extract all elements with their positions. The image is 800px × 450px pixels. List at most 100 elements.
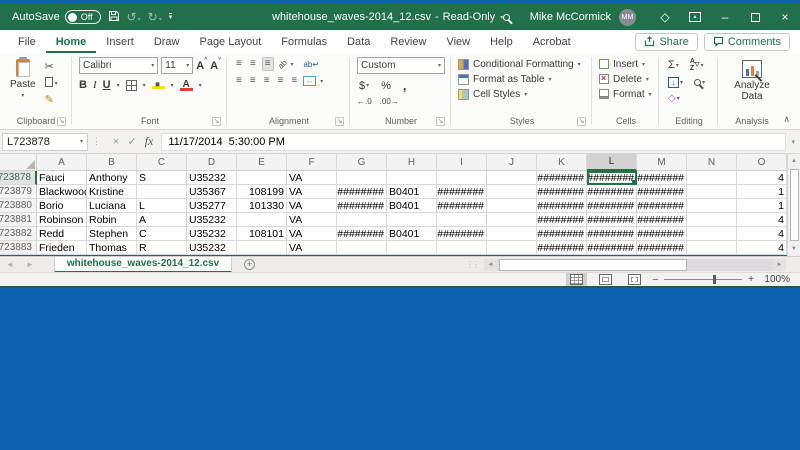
cell-N723883[interactable] xyxy=(687,241,737,255)
cell-L723879[interactable]: ######## xyxy=(587,185,637,199)
format-painter-button[interactable]: ✎ xyxy=(45,93,58,106)
scroll-right-icon[interactable]: ► xyxy=(773,259,786,271)
percent-style-button[interactable]: % xyxy=(379,79,393,93)
minimize-button[interactable]: – xyxy=(710,4,740,30)
cell-N723880[interactable] xyxy=(687,199,737,213)
cell-O723882[interactable]: 4 xyxy=(737,227,787,241)
cell-B723882[interactable]: Stephen xyxy=(87,227,137,241)
increase-indent-icon[interactable]: ≡ xyxy=(289,75,299,87)
clipboard-dialog-launcher-icon[interactable]: ↘ xyxy=(57,117,66,126)
cell-N723882[interactable] xyxy=(687,227,737,241)
cell-E723880[interactable]: 101330 xyxy=(237,199,287,213)
cell-E723881[interactable] xyxy=(237,213,287,227)
tab-insert[interactable]: Insert xyxy=(96,30,144,53)
cell-A723883[interactable]: Frieden xyxy=(37,241,87,255)
find-select-button[interactable]: ▾ xyxy=(692,78,707,87)
cell-F723882[interactable]: VA xyxy=(287,227,337,241)
cell-K723879[interactable]: ######## xyxy=(537,185,587,199)
cell-F723880[interactable]: VA xyxy=(287,199,337,213)
vertical-scroll-thumb[interactable] xyxy=(790,169,799,241)
italic-button[interactable]: I xyxy=(93,79,97,91)
cell-H723883[interactable] xyxy=(387,241,437,255)
horizontal-scrollbar[interactable]: ⋮⋮ ◄ ► xyxy=(460,257,800,272)
tab-page-layout[interactable]: Page Layout xyxy=(189,30,271,53)
column-header-H[interactable]: H xyxy=(387,154,437,171)
cell-B723880[interactable]: Luciana xyxy=(87,199,137,213)
cell-N723878[interactable] xyxy=(687,171,737,185)
cell-O723879[interactable]: 1 xyxy=(737,185,787,199)
tab-formulas[interactable]: Formulas xyxy=(271,30,337,53)
cell-I723881[interactable] xyxy=(437,213,487,227)
cell-A723882[interactable]: Redd xyxy=(37,227,87,241)
cell-A723881[interactable]: Robinson xyxy=(37,213,87,227)
merge-center-icon[interactable]: ↔ xyxy=(303,76,316,86)
sheet-tab[interactable]: whitehouse_waves-2014_12.csv xyxy=(54,257,232,273)
search-icon[interactable] xyxy=(503,11,510,23)
cell-C723878[interactable]: S xyxy=(137,171,187,185)
align-right-icon[interactable]: ≡ xyxy=(262,75,272,87)
cell-C723880[interactable]: L xyxy=(137,199,187,213)
confirm-entry-button[interactable]: ✓ xyxy=(127,135,136,148)
zoom-slider[interactable] xyxy=(664,279,742,280)
cell-A723880[interactable]: Borio xyxy=(37,199,87,213)
borders-dropdown-icon[interactable]: ▾ xyxy=(143,82,146,89)
autosave-switch[interactable]: Off xyxy=(65,10,101,24)
comments-button[interactable]: Comments xyxy=(704,33,790,51)
horizontal-scroll-thumb[interactable] xyxy=(499,259,687,271)
column-header-C[interactable]: C xyxy=(137,154,187,171)
borders-icon[interactable] xyxy=(126,80,137,91)
cell-O723878[interactable]: 4 xyxy=(737,171,787,185)
cell-G723878[interactable] xyxy=(337,171,387,185)
cell-M723878[interactable]: ######## xyxy=(637,171,687,185)
gem-features-icon[interactable]: ◇ xyxy=(650,4,680,30)
column-header-L[interactable]: L xyxy=(587,154,637,171)
undo-dropdown-icon[interactable]: ▾ xyxy=(138,17,141,23)
undo-button[interactable]: ↺▾ xyxy=(127,11,141,23)
cell-styles-button[interactable]: Cell Styles▾ xyxy=(458,87,527,101)
cell-C723882[interactable]: C xyxy=(137,227,187,241)
cell-K723882[interactable]: ######## xyxy=(537,227,587,241)
accounting-format-button[interactable]: $▾ xyxy=(357,79,371,93)
underline-dropdown-icon[interactable]: ▾ xyxy=(117,82,120,89)
row-header-723880[interactable]: 723880 xyxy=(0,199,37,213)
column-header-F[interactable]: F xyxy=(287,154,337,171)
cell-J723883[interactable] xyxy=(487,241,537,255)
new-sheet-button[interactable]: + xyxy=(244,259,255,270)
cells-insert-button[interactable]: Insert▾ xyxy=(599,57,645,71)
middle-align-icon[interactable]: ≡ xyxy=(248,58,258,70)
cell-J723882[interactable] xyxy=(487,227,537,241)
cell-I723882[interactable]: ######## xyxy=(437,227,487,241)
row-header-723882[interactable]: 723882 xyxy=(0,227,37,241)
cell-N723879[interactable] xyxy=(687,185,737,199)
cell-H723880[interactable]: B0401 xyxy=(387,199,437,213)
cell-C723879[interactable] xyxy=(137,185,187,199)
cell-D723879[interactable]: U35367 xyxy=(187,185,237,199)
cell-H723878[interactable] xyxy=(387,171,437,185)
cell-O723880[interactable]: 1 xyxy=(737,199,787,213)
cell-H723879[interactable]: B0401 xyxy=(387,185,437,199)
cell-J723879[interactable] xyxy=(487,185,537,199)
decrease-decimal-icon[interactable]: ←.0 xyxy=(357,97,372,106)
cell-L723882[interactable]: ######## xyxy=(587,227,637,241)
analyze-data-button[interactable]: Analyze Data xyxy=(725,57,779,105)
scrollbar-resize-grip[interactable]: ⋮⋮ xyxy=(460,260,484,269)
cell-K723883[interactable]: ######## xyxy=(537,241,587,255)
cell-B723883[interactable]: Thomas xyxy=(87,241,137,255)
column-header-G[interactable]: G xyxy=(337,154,387,171)
copy-button[interactable]: ▾ xyxy=(45,77,58,89)
formula-input[interactable]: 11/17/2014 5:30:00 PM xyxy=(161,133,786,151)
cell-F723883[interactable]: VA xyxy=(287,241,337,255)
cell-I723879[interactable]: ######## xyxy=(437,185,487,199)
zoom-slider-thumb[interactable] xyxy=(713,275,716,284)
cell-J723878[interactable] xyxy=(487,171,537,185)
tab-review[interactable]: Review xyxy=(380,30,436,53)
font-dialog-launcher-icon[interactable]: ↘ xyxy=(212,117,221,126)
cell-B723881[interactable]: Robin xyxy=(87,213,137,227)
font-color-button[interactable]: A xyxy=(180,80,193,91)
column-header-B[interactable]: B xyxy=(87,154,137,171)
cell-J723881[interactable] xyxy=(487,213,537,227)
expand-formula-bar-icon[interactable]: ▾ xyxy=(786,138,800,146)
cell-G723880[interactable]: ######## xyxy=(337,199,387,213)
cell-F723879[interactable]: VA xyxy=(287,185,337,199)
decrease-indent-icon[interactable]: ≡ xyxy=(276,75,286,87)
